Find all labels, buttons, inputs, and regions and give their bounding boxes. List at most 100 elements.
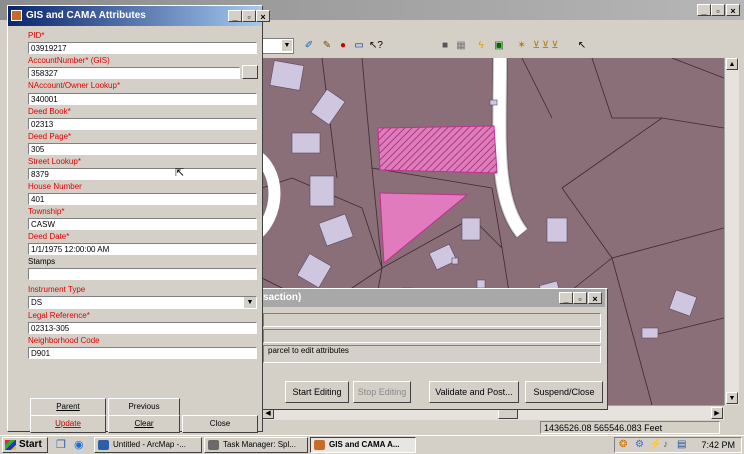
clear-button[interactable]: Clear: [108, 415, 180, 433]
deed-page-field[interactable]: 305: [28, 143, 257, 155]
tray-volume-icon[interactable]: ♪: [663, 439, 668, 450]
township-label: Township*: [28, 207, 65, 216]
cul-de-sac-road: [262, 152, 281, 238]
editor-minimize-button[interactable]: _: [559, 292, 573, 304]
lightning-icon[interactable]: ϟ: [472, 37, 490, 55]
editor-dialog: saction) _ ▫ × parcel to edit attributes…: [258, 288, 608, 410]
windows-logo-icon: [5, 440, 16, 450]
arcmap-maximize-button[interactable]: ▫: [711, 4, 725, 16]
form-body: PID* 03919217 AccountNumber* (GIS) 35832…: [23, 31, 263, 399]
taskbar-task-manager[interactable]: Task Manager: Spl...: [204, 437, 308, 453]
account-number-field[interactable]: 358327: [28, 67, 240, 79]
start-button[interactable]: Start: [2, 437, 48, 453]
instrument-type-label: Instrument Type: [28, 285, 86, 294]
help-pointer-icon[interactable]: ↖?: [367, 37, 385, 55]
owner-lookup-field[interactable]: 340001: [28, 93, 257, 105]
pid-field[interactable]: 03919217: [28, 42, 257, 54]
browser-icon[interactable]: ◉: [74, 438, 88, 452]
map-vertical-scrollbar[interactable]: ▲ ▼: [724, 58, 739, 405]
deed-book-field[interactable]: 02313: [28, 118, 257, 130]
editor-field-2: [263, 329, 601, 343]
coordinate-readout: 1436526.08 565546.083 Feet: [540, 421, 720, 434]
form-close-button[interactable]: ×: [256, 10, 270, 22]
form-minimize-button[interactable]: _: [228, 10, 242, 22]
form-title-bar: GIS and CAMA Attributes: [8, 6, 262, 26]
close-button[interactable]: Close: [182, 415, 258, 433]
house-number-label: House Number: [28, 182, 82, 191]
gis-cama-icon: [314, 440, 325, 450]
stamps-label: Stamps: [28, 257, 56, 266]
dropdown-icon[interactable]: ▼: [282, 40, 292, 51]
scroll-right-icon[interactable]: ▶: [711, 407, 723, 419]
tray-monitor-icon[interactable]: ▤: [677, 439, 686, 450]
pid-label: PID*: [28, 31, 45, 40]
stop-editing-button[interactable]: Stop Editing: [353, 381, 411, 403]
editor-status: parcel to edit attributes: [263, 345, 601, 363]
scroll-up-icon[interactable]: ▲: [726, 58, 738, 70]
editor-tools-icon[interactable]: ✶ ⊻⊻⊻: [508, 37, 570, 55]
neighborhood-code-field[interactable]: D901: [28, 347, 257, 359]
legal-reference-field[interactable]: 02313-305: [28, 322, 257, 334]
taskbar-arcmap[interactable]: Untitled - ArcMap -...: [94, 437, 202, 453]
arcmap-close-button[interactable]: ×: [726, 4, 740, 16]
validate-and-post-button[interactable]: Validate and Post...: [429, 381, 519, 403]
tray-network-icon[interactable]: ⚙: [635, 439, 644, 450]
attributes-icon[interactable]: ▭: [350, 37, 368, 55]
account-lookup-button[interactable]: [242, 65, 258, 79]
suspend-close-button[interactable]: Suspend/Close: [525, 381, 603, 403]
cursor-icon[interactable]: ↖: [573, 37, 591, 55]
clock: 7:42 PM: [701, 440, 735, 450]
task-manager-icon: [208, 440, 219, 450]
arcmap-minimize-button[interactable]: _: [697, 4, 711, 16]
stamps-field[interactable]: [28, 268, 257, 280]
selected-parcel-hatched[interactable]: [377, 125, 498, 174]
parent-label: Parent: [56, 402, 80, 411]
editor-maximize-button[interactable]: ▫: [573, 292, 587, 304]
taskbar-arcmap-label: Untitled - ArcMap -...: [113, 440, 186, 449]
tray-security-icon[interactable]: ⚡: [649, 439, 661, 450]
editor-close-button[interactable]: ×: [588, 292, 602, 304]
gis-cama-form: GIS and CAMA Attributes _ ▫ × PID* 03919…: [7, 5, 270, 433]
tray-app-icon[interactable]: ❂: [619, 439, 627, 450]
parent-button[interactable]: Parent: [30, 398, 106, 416]
layer-dropdown[interactable]: ▼: [262, 38, 294, 54]
deed-book-label: Deed Book*: [28, 107, 71, 116]
deed-page-label: Deed Page*: [28, 132, 72, 141]
house-number-field[interactable]: 401: [28, 193, 257, 205]
township-field[interactable]: CASW: [28, 218, 257, 230]
show-desktop-icon[interactable]: ❐: [56, 438, 70, 452]
select-icon[interactable]: ▣: [490, 37, 508, 55]
mouse-cursor-icon: ⇱: [175, 167, 185, 179]
form-maximize-button[interactable]: ▫: [242, 10, 256, 22]
taskbar-gis-cama-label: GIS and CAMA A...: [329, 440, 400, 449]
deed-date-field[interactable]: 1/1/1975 12:00:00 AM: [28, 243, 257, 255]
update-label: Update: [55, 419, 81, 428]
chevron-down-icon[interactable]: ▼: [244, 297, 256, 308]
close-label: Close: [209, 419, 231, 428]
street-lookup-label: Street Lookup*: [28, 157, 81, 166]
instrument-type-value: DS: [31, 298, 43, 307]
form-title: GIS and CAMA Attributes: [26, 10, 146, 21]
street-lookup-field[interactable]: 8379: [28, 168, 257, 180]
editor-field-1: [263, 313, 601, 327]
system-tray: ❂ ⚙ ⚡ ♪ ▤ 7:42 PM: [614, 437, 742, 453]
table-icon[interactable]: ▦: [452, 37, 470, 55]
previous-button[interactable]: Previous: [108, 398, 180, 416]
start-label: Start: [19, 439, 42, 450]
account-number-label: AccountNumber* (GIS): [28, 56, 110, 65]
editor-title: saction): [263, 292, 302, 303]
instrument-type-select[interactable]: DS ▼: [28, 296, 257, 309]
previous-label: Previous: [128, 402, 160, 411]
scroll-down-icon[interactable]: ▼: [726, 392, 738, 404]
update-button[interactable]: Update: [30, 415, 106, 433]
taskbar-gis-cama[interactable]: GIS and CAMA A...: [310, 437, 416, 453]
taskbar: Start ❐ ◉ Untitled - ArcMap -... Task Ma…: [0, 435, 744, 454]
editor-title-bar: saction): [259, 289, 605, 307]
app-icon: [11, 10, 22, 21]
taskbar-task-manager-label: Task Manager: Spl...: [223, 440, 296, 449]
owner-lookup-label: NAccount/Owner Lookup*: [28, 81, 121, 90]
arcmap-icon: [98, 440, 109, 450]
deed-date-label: Deed Date*: [28, 232, 70, 241]
edit-tool-icon[interactable]: ✐: [300, 37, 318, 55]
start-editing-button[interactable]: Start Editing: [285, 381, 349, 403]
